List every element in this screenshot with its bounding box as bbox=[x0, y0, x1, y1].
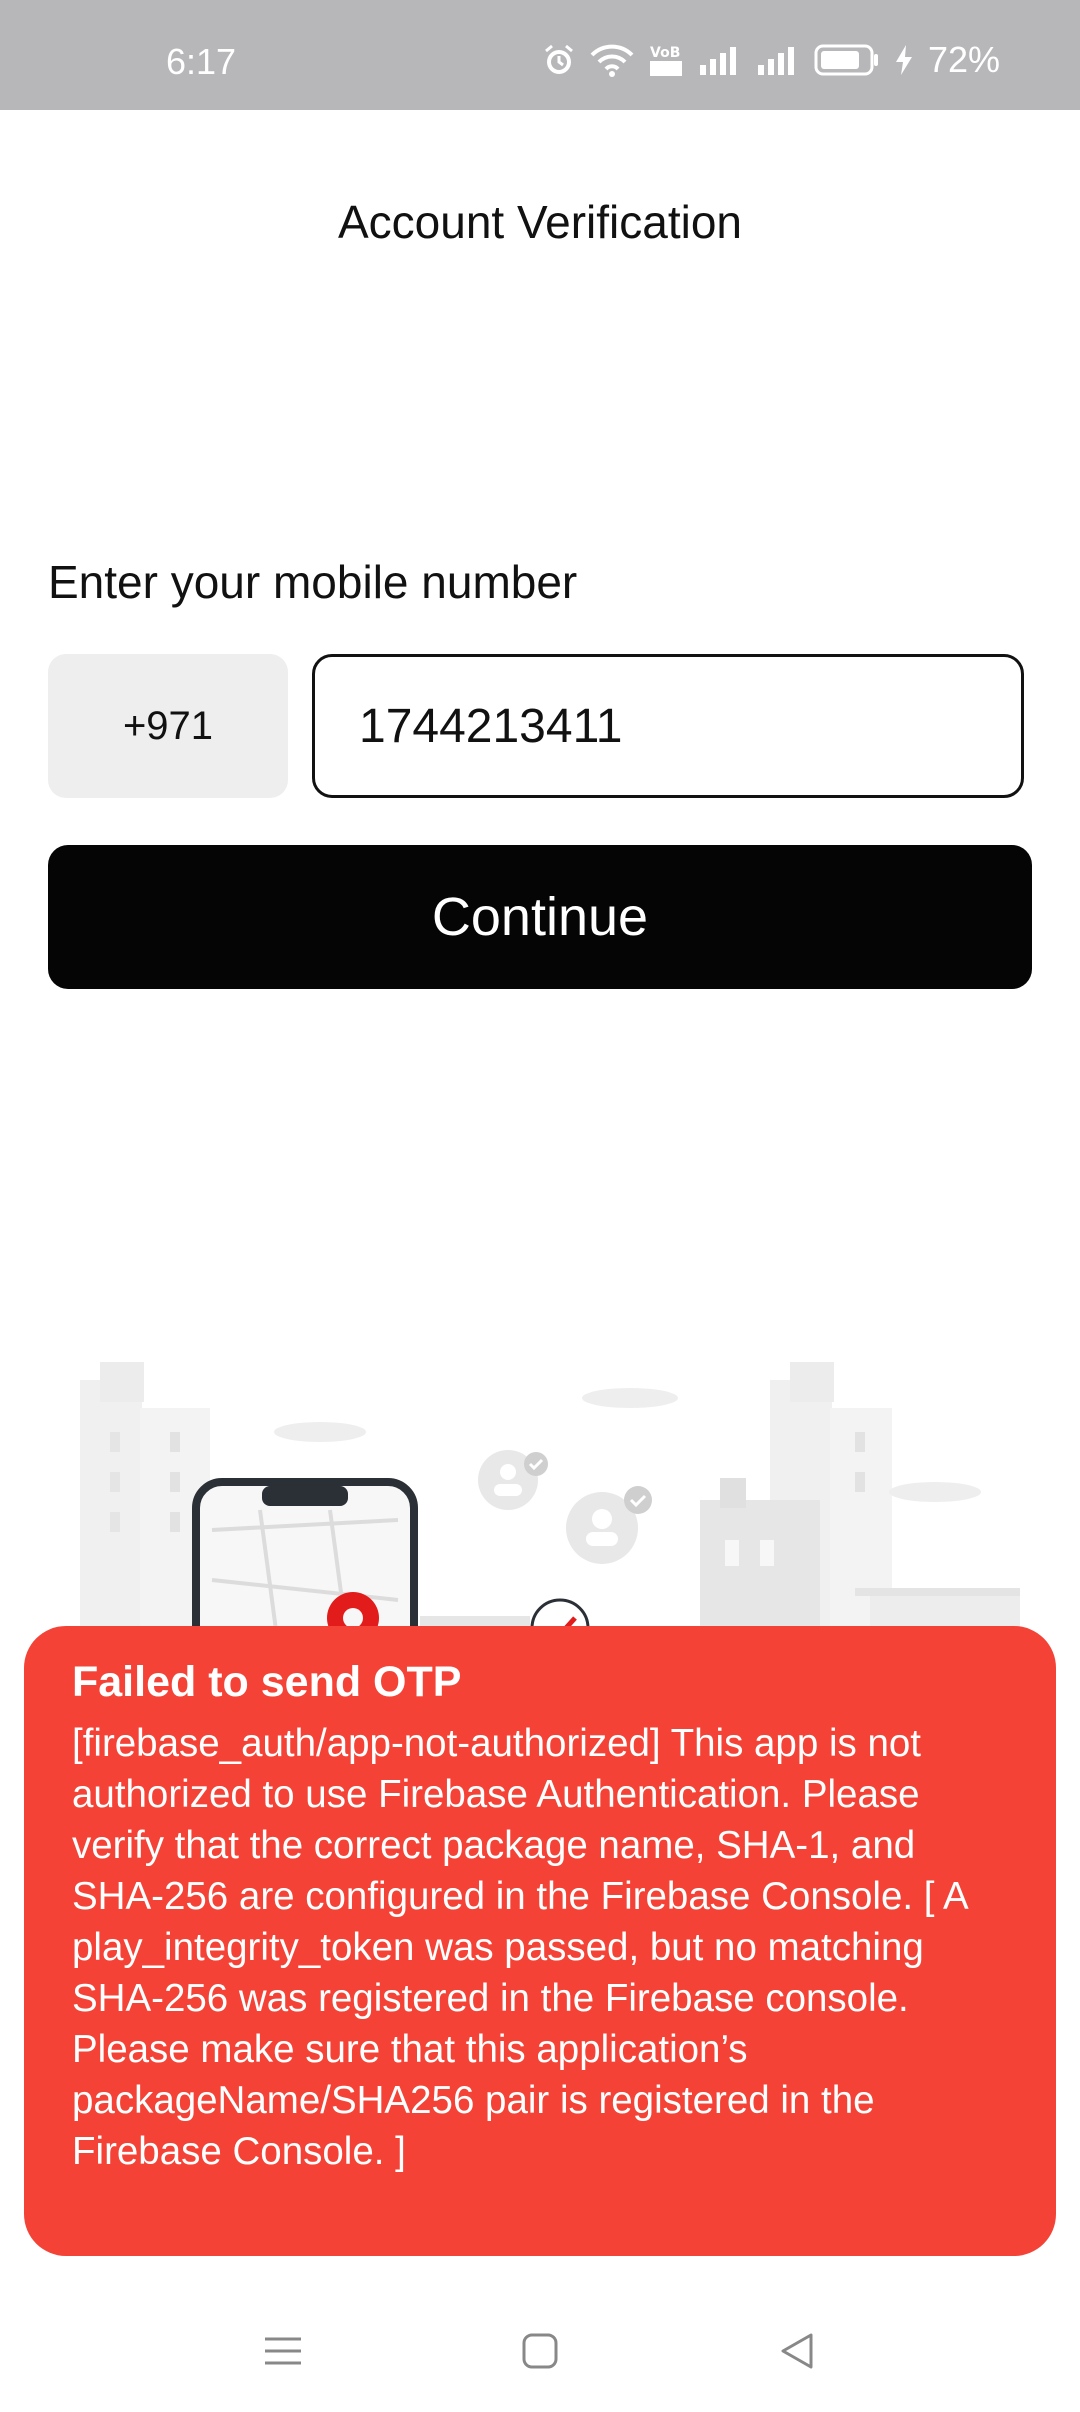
continue-button[interactable]: Continue bbox=[48, 845, 1032, 989]
volte-icon: VoB LTE bbox=[648, 42, 684, 78]
page-title: Account Verification bbox=[337, 196, 742, 248]
battery-percent: 72% bbox=[927, 39, 1000, 80]
buildings-icon bbox=[700, 1362, 1020, 1660]
verification-illustration bbox=[0, 1360, 1080, 1686]
signal-icon bbox=[756, 45, 800, 75]
error-message: [firebase_auth/app-not-authorized] This … bbox=[72, 1722, 967, 2173]
verified-user-icon bbox=[566, 1486, 652, 1564]
navigation-bar bbox=[0, 2280, 1080, 2412]
status-time: 6:17 bbox=[166, 41, 237, 82]
menu-button[interactable] bbox=[238, 2306, 328, 2396]
charging-icon bbox=[894, 43, 914, 77]
status-icons: VoB LTE 72% bbox=[542, 40, 1000, 80]
back-icon bbox=[781, 2333, 813, 2369]
menu-icon bbox=[265, 2337, 301, 2365]
country-code-selector[interactable]: +971 bbox=[48, 654, 288, 798]
status-bar: 6:17 VoB LTE 72% bbox=[0, 0, 1080, 110]
country-code-text: +971 bbox=[122, 703, 214, 748]
error-title: Failed to send OTP bbox=[72, 1658, 462, 1706]
verified-user-icon bbox=[478, 1450, 548, 1510]
volte-top-text: VoB LTE bbox=[650, 45, 684, 61]
alarm-icon bbox=[542, 43, 576, 77]
back-button[interactable] bbox=[752, 2306, 842, 2396]
home-button[interactable] bbox=[495, 2306, 585, 2396]
battery-icon bbox=[814, 43, 880, 77]
mobile-number-label: Enter your mobile number bbox=[48, 556, 578, 608]
signal-icon bbox=[698, 45, 742, 75]
phone-number-input[interactable] bbox=[312, 654, 1024, 798]
home-icon bbox=[522, 2333, 558, 2369]
wifi-icon bbox=[590, 43, 634, 77]
error-snackbar: Failed to send OTP [firebase_auth/app-no… bbox=[24, 1626, 1056, 2256]
buildings-icon bbox=[80, 1362, 210, 1660]
